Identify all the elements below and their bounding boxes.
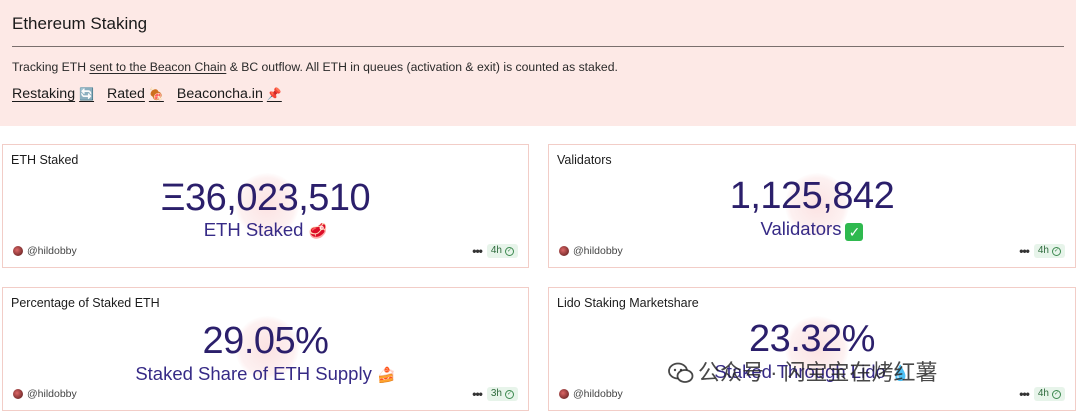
author-name: @hildobby (27, 245, 77, 257)
author-name: @hildobby (573, 245, 623, 257)
beaconcha-link-label: Beaconcha.in (176, 86, 263, 102)
check-circle-icon: ✓ (505, 389, 514, 399)
lido-marketshare-card[interactable]: Lido Staking Marketshare 23.32% Staked T… (548, 287, 1076, 411)
pin-icon: 📌 (266, 87, 282, 101)
header-divider (12, 46, 1064, 47)
card-title: Percentage of Staked ETH (11, 296, 160, 310)
card-author[interactable]: @hildobby (559, 245, 623, 257)
card-title: ETH Staked (11, 153, 79, 167)
card-title: Validators (557, 153, 612, 167)
eth-staked-card[interactable]: ETH Staked Ξ36,023,510 ETH Staked 🥩 @hil… (2, 144, 529, 268)
card-title: Lido Staking Marketshare (557, 296, 699, 310)
author-name: @hildobby (573, 388, 623, 400)
dashboard-header: Ethereum Staking Tracking ETH sent to th… (0, 0, 1076, 126)
age-label: 4h (490, 245, 502, 256)
more-options-icon[interactable]: ••• (1019, 388, 1030, 400)
avatar (13, 246, 23, 256)
header-description: Tracking ETH sent to the Beacon Chain & … (12, 60, 618, 74)
description-text-end: & BC outflow. All ETH in queues (activat… (226, 60, 618, 74)
subtitle-text: Staked Share of ETH Supply (135, 363, 372, 384)
subtitle-text: ETH Staked (203, 219, 304, 240)
avatar (559, 389, 569, 399)
meat-icon: 🍖 (148, 87, 164, 101)
validators-subtitle: Validators ✓ (549, 218, 1075, 241)
validators-card[interactable]: Validators 1,125,842 Validators ✓ @hildob… (548, 144, 1076, 268)
validators-value: 1,125,842 (729, 175, 895, 217)
refresh-icon: 🔄 (79, 87, 95, 101)
check-mark-icon: ✓ (845, 223, 864, 241)
header-links: Restaking 🔄 Rated 🍖 Beaconcha.in 📌 (12, 86, 282, 102)
page-title: Ethereum Staking (12, 14, 148, 33)
wechat-watermark: 公众号 · 闪宝宝在烤红薯 (668, 355, 938, 387)
card-footer-actions: ••• 4h ✓ (472, 244, 518, 258)
age-label: 3h (490, 388, 502, 399)
description-text-start: Tracking ETH (12, 60, 90, 74)
staked-percentage-subtitle: Staked Share of ETH Supply 🍰 (3, 363, 528, 385)
refresh-age-badge[interactable]: 4h ✓ (1033, 244, 1065, 258)
rated-link[interactable]: Rated 🍖 (107, 86, 164, 102)
subtitle-text: Validators (760, 218, 842, 239)
check-circle-icon: ✓ (505, 246, 514, 256)
eth-staked-value: Ξ36,023,510 (160, 177, 371, 219)
refresh-age-badge[interactable]: 4h ✓ (1033, 387, 1065, 401)
refresh-age-badge[interactable]: 3h ✓ (486, 387, 518, 401)
refresh-age-badge[interactable]: 4h ✓ (486, 244, 518, 258)
watermark-text: 公众号 · 闪宝宝在烤红薯 (698, 360, 938, 385)
card-footer-actions: ••• 3h ✓ (472, 387, 518, 401)
eth-staked-subtitle: ETH Staked 🥩 (3, 219, 528, 241)
staked-percentage-value: 29.05% (202, 320, 329, 362)
beacon-chain-link[interactable]: sent to the Beacon Chain (89, 60, 226, 74)
card-footer-actions: ••• 4h ✓ (1019, 244, 1065, 258)
more-options-icon[interactable]: ••• (1019, 245, 1030, 257)
rated-link-label: Rated (107, 86, 145, 102)
staked-percentage-card[interactable]: Percentage of Staked ETH 29.05% Staked S… (2, 287, 529, 411)
steak-icon: 🥩 (308, 223, 328, 240)
card-footer-actions: ••• 4h ✓ (1019, 387, 1065, 401)
age-label: 4h (1037, 245, 1049, 256)
beaconcha-link[interactable]: Beaconcha.in 📌 (177, 86, 282, 102)
restaking-link[interactable]: Restaking 🔄 (12, 86, 94, 102)
avatar (559, 246, 569, 256)
more-options-icon[interactable]: ••• (472, 388, 483, 400)
age-label: 4h (1037, 388, 1049, 399)
author-name: @hildobby (27, 388, 77, 400)
check-circle-icon: ✓ (1052, 389, 1061, 399)
restaking-link-label: Restaking (12, 86, 76, 102)
card-author[interactable]: @hildobby (13, 245, 77, 257)
card-author[interactable]: @hildobby (13, 388, 77, 400)
avatar (13, 389, 23, 399)
more-options-icon[interactable]: ••• (472, 245, 483, 257)
wechat-icon (668, 362, 694, 383)
cake-icon: 🍰 (376, 367, 396, 384)
card-author[interactable]: @hildobby (559, 388, 623, 400)
check-circle-icon: ✓ (1052, 246, 1061, 256)
